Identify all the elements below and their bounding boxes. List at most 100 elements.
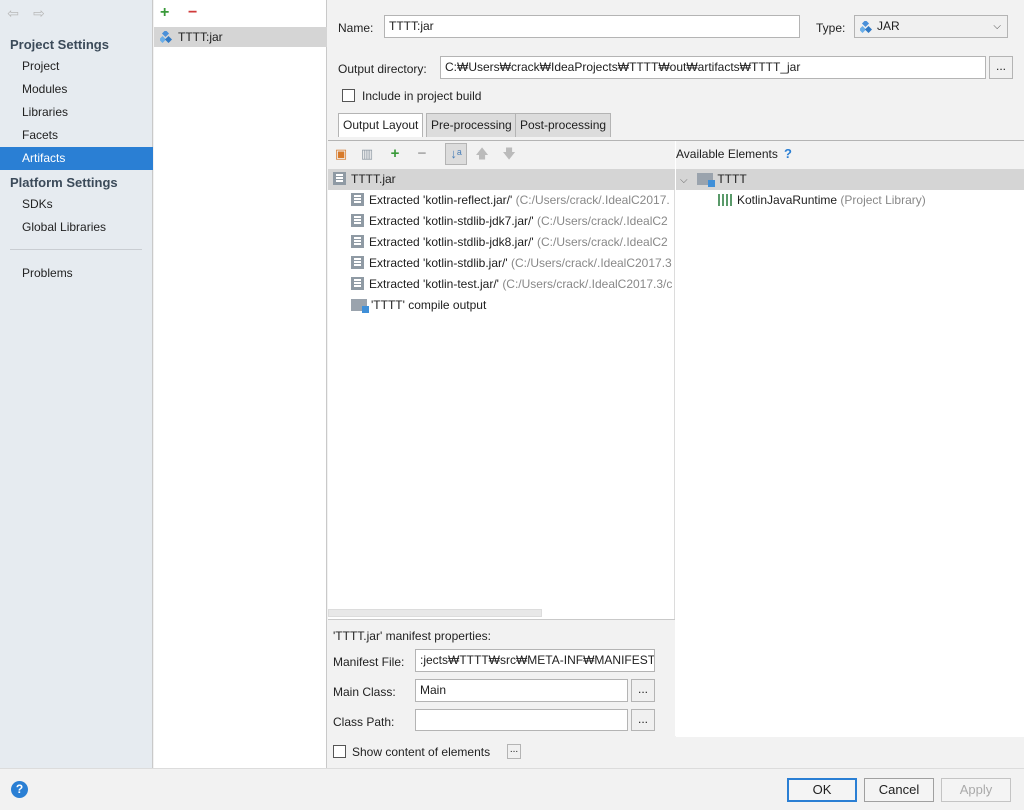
tree-row-compile-output[interactable]: 'TTTT' compile output — [351, 295, 486, 316]
nav-item-problems[interactable]: Problems — [0, 262, 153, 285]
layout-root-row[interactable]: TTTT.jar — [328, 169, 675, 190]
available-module-label: TTTT — [717, 172, 747, 186]
output-directory-input[interactable]: C:₩Users₩crack₩IdeaProjects₩TTTT₩out₩art… — [440, 56, 986, 79]
forward-arrow-icon[interactable]: ⇨ — [30, 5, 48, 21]
type-select-value: JAR — [877, 19, 900, 33]
layout-root-label: TTTT.jar — [351, 172, 396, 186]
move-up-icon[interactable]: 🡅 — [474, 146, 490, 162]
tab-output-layout[interactable]: Output Layout — [338, 113, 424, 137]
main-class-input[interactable]: Main — [415, 679, 628, 702]
available-module-row[interactable]: ⌵ TTTT — [676, 169, 1024, 190]
extracted-icon — [351, 235, 364, 248]
main-class-browse-button[interactable]: ... — [631, 679, 655, 702]
show-content-checkbox[interactable] — [333, 745, 346, 758]
section-platform-settings: Platform Settings — [10, 175, 118, 190]
library-icon — [718, 194, 732, 206]
nav-divider — [10, 249, 142, 250]
type-select[interactable]: JAR ⌵ — [854, 15, 1008, 38]
help-button[interactable]: ? — [11, 781, 28, 798]
output-browse-button[interactable]: ... — [989, 56, 1013, 79]
nav-item-sdks[interactable]: SDKs — [0, 193, 153, 216]
class-path-input[interactable] — [415, 709, 628, 731]
tree-row-extracted[interactable]: Extracted 'kotlin-test.jar/' (C:/Users/c… — [351, 274, 672, 295]
remove-artifact-button[interactable]: − — [188, 5, 197, 21]
artifact-icon — [160, 31, 172, 43]
artifact-config-panel: Name: TTTT:jar Type: JAR ⌵ Output direct… — [328, 0, 1024, 768]
apply-button[interactable]: Apply — [941, 778, 1011, 802]
settings-nav: ⇦ ⇨ Project Settings Project Modules Lib… — [0, 0, 153, 768]
class-path-browse-button[interactable]: ... — [631, 709, 655, 731]
tree-row-extracted[interactable]: Extracted 'kotlin-stdlib.jar/' (C:/Users… — [351, 253, 672, 274]
remove-element-icon[interactable]: − — [414, 146, 430, 162]
module-folder-icon — [351, 299, 369, 313]
type-label: Type: — [816, 21, 846, 35]
library-type: (Project Library) — [840, 193, 926, 207]
tree-row-path: (C:/Users/crack/.IdealC2 — [537, 235, 668, 249]
chevron-down-icon: ⌵ — [993, 21, 1001, 32]
add-artifact-button[interactable]: + — [160, 5, 169, 21]
section-project-settings: Project Settings — [10, 37, 109, 52]
create-archive-icon[interactable]: ▥ — [359, 146, 375, 162]
layout-toolbar: ▣ ▥ + − ↓ᵃ 🡅 🡇 — [328, 141, 675, 169]
ok-button[interactable]: OK — [787, 778, 857, 802]
output-directory-label: Output directory: — [338, 62, 427, 76]
nav-item-libraries[interactable]: Libraries — [0, 101, 153, 124]
compile-output-label: 'TTTT' compile output — [371, 298, 487, 312]
tree-row-path: (C:/Users/crack/.IdealC2 — [537, 214, 668, 228]
tab-pre-processing[interactable]: Pre-processing — [426, 113, 517, 137]
nav-item-artifacts[interactable]: Artifacts — [0, 147, 153, 170]
available-header: Available Elements ? — [676, 141, 1024, 169]
tree-row-name: Extracted 'kotlin-test.jar/' — [369, 277, 499, 291]
tree-row-name: Extracted 'kotlin-stdlib-jdk7.jar/' — [369, 214, 534, 228]
manifest-properties-panel: 'TTTT.jar' manifest properties: Manifest… — [328, 619, 675, 737]
tree-row-name: Extracted 'kotlin-reflect.jar/' — [369, 193, 513, 207]
sort-elements-icon[interactable]: ↓ᵃ — [445, 143, 467, 165]
create-directory-icon[interactable]: ▣ — [333, 146, 349, 162]
tab-post-processing[interactable]: Post-processing — [515, 113, 612, 137]
archive-icon — [333, 172, 346, 185]
back-arrow-icon[interactable]: ⇦ — [4, 5, 22, 21]
main-class-label: Main Class: — [333, 685, 396, 699]
cancel-button[interactable]: Cancel — [864, 778, 934, 802]
nav-item-facets[interactable]: Facets — [0, 124, 153, 147]
extracted-icon — [351, 214, 364, 227]
name-label: Name: — [338, 21, 374, 35]
artifact-list-panel: + − TTTT:jar — [154, 0, 327, 768]
module-folder-icon — [697, 173, 716, 187]
help-icon[interactable]: ? — [784, 146, 792, 161]
include-in-build-checkbox[interactable] — [342, 89, 355, 102]
output-layout-area: ▣ ▥ + − ↓ᵃ 🡅 🡇 TTTT.jar Extracted 'kotli… — [328, 140, 1024, 737]
move-down-icon[interactable]: 🡇 — [501, 146, 517, 162]
available-elements-panel: Available Elements ? ⌵ TTTT KotlinJavaRu… — [676, 141, 1024, 737]
add-element-icon[interactable]: + — [387, 146, 403, 162]
nav-item-global-libraries[interactable]: Global Libraries — [0, 216, 153, 239]
nav-item-project[interactable]: Project — [0, 55, 153, 78]
available-title: Available Elements — [676, 147, 778, 161]
expand-chevron-icon[interactable]: ⌵ — [680, 170, 694, 191]
manifest-file-label: Manifest File: — [333, 655, 405, 669]
tree-row-extracted[interactable]: Extracted 'kotlin-reflect.jar/' (C:/User… — [351, 190, 670, 211]
tree-row-name: Extracted 'kotlin-stdlib-jdk8.jar/' — [369, 235, 534, 249]
show-content-label: Show content of elements — [352, 745, 491, 759]
tree-row-path: (C:/Users/crack/.IdealC2017.3 — [510, 256, 672, 270]
nav-item-modules[interactable]: Modules — [0, 78, 153, 101]
manifest-file-input[interactable]: :jects₩TTTT₩src₩META-INF₩MANIFEST.MF — [415, 649, 655, 672]
tree-row-extracted[interactable]: Extracted 'kotlin-stdlib-jdk8.jar/' (C:/… — [351, 232, 668, 253]
layout-tree: ▣ ▥ + − ↓ᵃ 🡅 🡇 TTTT.jar Extracted 'kotli… — [328, 141, 675, 619]
artifact-item[interactable]: TTTT:jar — [154, 27, 327, 47]
extracted-icon — [351, 193, 364, 206]
available-library-row[interactable]: KotlinJavaRuntime (Project Library) — [718, 190, 926, 211]
tree-row-path: (C:/Users/crack/.IdealC2017. — [515, 193, 670, 207]
extracted-icon — [351, 277, 364, 290]
name-input[interactable]: TTTT:jar — [384, 15, 800, 38]
artifact-item-label: TTTT:jar — [178, 30, 223, 44]
library-name: KotlinJavaRuntime — [737, 193, 838, 207]
manifest-title: 'TTTT.jar' manifest properties: — [333, 629, 491, 643]
class-path-label: Class Path: — [333, 715, 395, 729]
jar-type-icon — [860, 21, 872, 33]
tree-row-name: Extracted 'kotlin-stdlib.jar/' — [369, 256, 508, 270]
include-in-build-label: Include in project build — [362, 89, 482, 103]
tree-row-extracted[interactable]: Extracted 'kotlin-stdlib-jdk7.jar/' (C:/… — [351, 211, 668, 232]
show-content-options-button[interactable]: ... — [507, 744, 521, 759]
horizontal-scrollbar[interactable] — [328, 609, 542, 617]
